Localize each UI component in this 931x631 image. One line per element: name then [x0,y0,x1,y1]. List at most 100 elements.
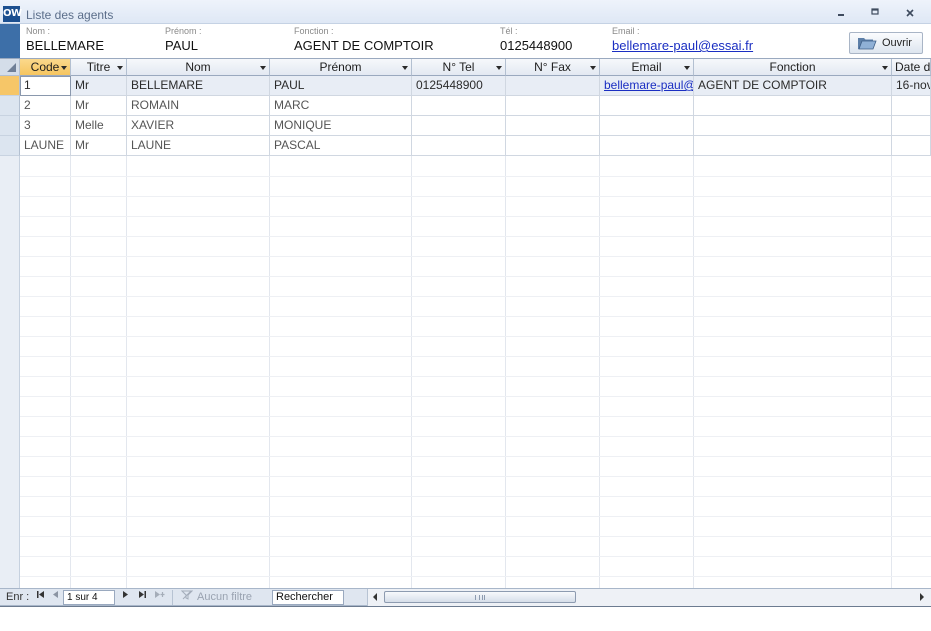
cell-tel[interactable] [412,96,506,116]
chevron-down-icon[interactable] [590,66,596,70]
cell-fax[interactable] [506,136,600,156]
grid-line [20,456,931,457]
cell-nom[interactable]: XAVIER [127,116,270,136]
column-header-tel[interactable]: N° Tel [412,59,506,76]
row-selector[interactable] [0,116,20,136]
email-link[interactable]: bellemare-paul@essai.fr [612,38,753,53]
previous-record-button[interactable] [48,590,62,604]
grid-line [20,436,931,437]
table-row[interactable]: LAUNE Mr LAUNE PASCAL [20,136,931,156]
minimize-icon [838,14,844,16]
filter-label: Aucun filtre [197,591,253,603]
cell-prenom[interactable]: MARC [270,96,412,116]
select-all-button[interactable] [0,59,20,76]
field-value: AGENT DE COMPTOIR [294,38,434,53]
scroll-right-icon[interactable] [917,591,927,603]
horizontal-scrollbar[interactable] [367,589,931,606]
cell-tel[interactable] [412,116,506,136]
column-header-label: Date d [895,60,931,74]
cell-email[interactable] [600,96,694,116]
minimize-button[interactable] [830,6,852,22]
chevron-down-icon[interactable] [496,66,502,70]
cell-fax[interactable] [506,96,600,116]
next-record-button[interactable] [118,590,132,604]
cell-code[interactable]: 1 [20,76,71,96]
table-row[interactable]: 1 Mr BELLEMARE PAUL 0125448900 bellemare… [20,76,931,96]
cell-date[interactable] [892,136,931,156]
cell-date[interactable]: 16-nov [892,76,931,96]
current-record-input[interactable]: 1 sur 4 [63,590,115,605]
cell-fax[interactable] [506,116,600,136]
grid-line [20,256,931,257]
search-input[interactable]: Rechercher [272,590,344,605]
cell-fonction[interactable] [694,136,892,156]
cell-email[interactable]: bellemare-paul@ [600,76,694,96]
cell-prenom[interactable]: PAUL [270,76,412,96]
close-button[interactable] [899,6,921,22]
open-button-label: Ouvrir [882,37,912,49]
cell-fonction[interactable] [694,96,892,116]
column-header-fonction[interactable]: Fonction [694,59,892,76]
table-row[interactable]: 3 Melle XAVIER MONIQUE [20,116,931,136]
cell-fax[interactable] [506,76,600,96]
chevron-down-icon[interactable] [402,66,408,70]
cell-fonction[interactable]: AGENT DE COMPTOIR [694,76,892,96]
cell-titre[interactable]: Mr [71,96,127,116]
cell-fonction[interactable] [694,116,892,136]
cell-code[interactable]: LAUNE [20,136,71,156]
grid-line [20,376,931,377]
table-row[interactable]: 2 Mr ROMAIN MARC [20,96,931,116]
grid-line [505,156,506,588]
record-header: Nom : BELLEMARE Prénom : PAUL Fonction :… [0,24,931,58]
column-header-prenom[interactable]: Prénom [270,59,412,76]
open-button[interactable]: Ouvrir [849,32,923,54]
row-selector[interactable] [0,96,20,116]
scroll-left-icon[interactable] [370,591,380,603]
cell-email[interactable] [600,116,694,136]
cell-email[interactable] [600,136,694,156]
status-bar [0,606,931,631]
cell-titre[interactable]: Mr [71,136,127,156]
column-header-label: Prénom [319,60,362,74]
cell-date[interactable] [892,96,931,116]
cell-prenom[interactable]: MONIQUE [270,116,412,136]
cell-nom[interactable]: LAUNE [127,136,270,156]
column-header-date[interactable]: Date d [892,59,931,76]
column-header-code[interactable]: Code [20,59,71,76]
chevron-down-icon[interactable] [684,66,690,70]
grid-line [20,416,931,417]
cell-code[interactable]: 3 [20,116,71,136]
cell-nom[interactable]: BELLEMARE [127,76,270,96]
chevron-down-icon[interactable] [117,66,123,70]
cell-titre[interactable]: Mr [71,76,127,96]
first-record-button[interactable] [33,590,47,604]
chevron-down-icon[interactable] [260,66,266,70]
cell-code[interactable]: 2 [20,96,71,116]
field-label: Tél : [500,26,518,36]
field-value: 0125448900 [500,38,573,53]
cell-prenom[interactable]: PASCAL [270,136,412,156]
filter-icon [180,590,194,604]
column-header-fax[interactable]: N° Fax [506,59,600,76]
cell-titre[interactable]: Melle [71,116,127,136]
next-record-icon [122,591,128,598]
grip-icon [475,595,485,600]
column-header-nom[interactable]: Nom [127,59,270,76]
chevron-down-icon[interactable] [61,66,67,70]
agents-datasheet[interactable]: Code Titre Nom Prénom N° Tel N° Fax Emai… [0,58,931,588]
filter-toggle-button[interactable]: Aucun filtre [172,590,266,605]
new-record-button[interactable] [152,590,166,604]
cell-date[interactable] [892,116,931,136]
column-header-email[interactable]: Email [600,59,694,76]
cell-tel[interactable] [412,136,506,156]
last-record-button[interactable] [135,590,149,604]
cell-tel[interactable]: 0125448900 [412,76,506,96]
scrollbar-thumb[interactable] [384,591,576,603]
grid-line [20,356,931,357]
row-selector[interactable] [0,76,20,96]
maximize-button[interactable] [864,6,886,22]
column-header-titre[interactable]: Titre [71,59,127,76]
cell-nom[interactable]: ROMAIN [127,96,270,116]
chevron-down-icon[interactable] [882,66,888,70]
row-selector[interactable] [0,136,20,156]
